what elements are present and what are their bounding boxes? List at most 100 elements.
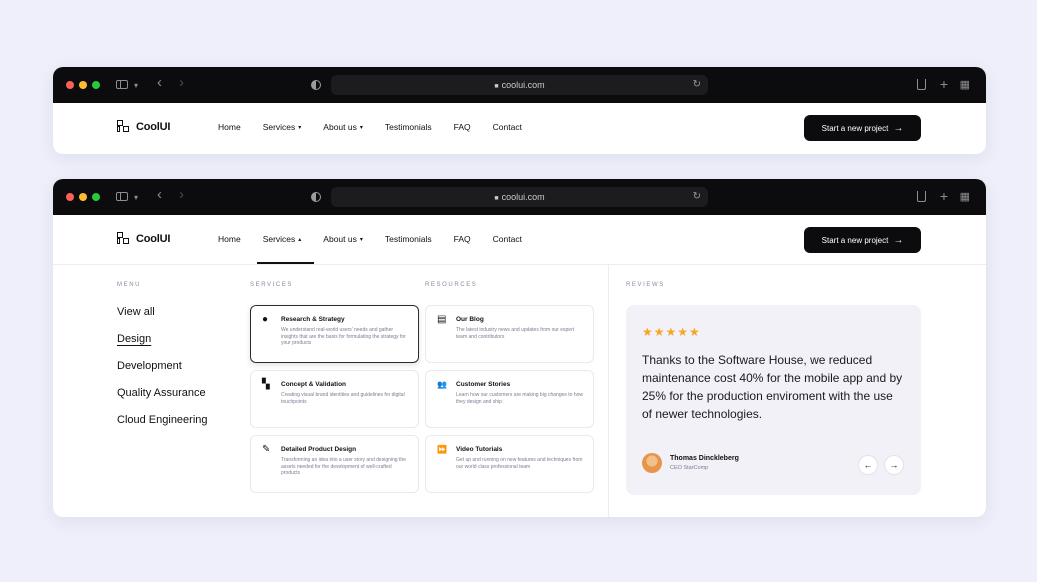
tab-overview-icon[interactable]: ▦ (960, 77, 970, 93)
nav-testimonials-label: Testimonials (384, 122, 432, 132)
nav-home[interactable]: Home (218, 234, 241, 244)
logo-text: CoolUI (136, 120, 171, 133)
back-icon[interactable]: ‹ (157, 187, 162, 203)
cta-label: Start a new project (821, 123, 889, 133)
lock-icon: ■ (494, 195, 499, 202)
privacy-shield-icon[interactable] (311, 192, 321, 202)
service-card-product-design[interactable]: ✎ Detailed Product Design Transforming a… (250, 435, 419, 493)
address-bar[interactable]: ■ coolui.com ↻ (331, 75, 708, 95)
reload-icon[interactable]: ↻ (693, 187, 701, 207)
menu-list: View all Design Development Quality Assu… (117, 305, 208, 440)
nav-about[interactable]: About us ▾ (323, 234, 363, 244)
nav-about[interactable]: About us ▾ (323, 122, 363, 132)
forward-icon[interactable]: › (179, 187, 184, 203)
nav-about-label: About us (323, 234, 357, 244)
new-tab-icon[interactable]: + (940, 76, 948, 92)
resource-card-blog[interactable]: ▤ Our Blog The latest industry news and … (425, 305, 594, 363)
resource-card-customer-stories[interactable]: 👥 Customer Stories Learn how our custome… (425, 370, 594, 428)
sidebar-toggle-icon[interactable] (116, 192, 128, 201)
site-logo[interactable]: CoolUI (117, 120, 170, 133)
chevron-down-icon[interactable]: ▾ (134, 190, 138, 206)
share-icon[interactable] (917, 191, 926, 202)
card-description: Creating visual brand identities and gui… (281, 392, 405, 405)
maximize-window-button[interactable] (92, 81, 100, 89)
resources-section-label: RESOURCES (425, 282, 478, 288)
menu-item-quality-assurance[interactable]: Quality Assurance (117, 386, 208, 413)
services-mega-menu: MENU View all Design Development Quality… (53, 265, 986, 517)
share-icon[interactable] (917, 79, 926, 90)
card-description: Learn how our customers are making big c… (456, 392, 584, 405)
minimize-window-button[interactable] (79, 193, 87, 201)
nav-home-label: Home (218, 234, 241, 244)
services-section-label: SERVICES (250, 282, 294, 288)
logo-text: CoolUI (136, 232, 171, 245)
review-quote: Thanks to the Software House, we reduced… (642, 353, 903, 421)
cta-label: Start a new project (821, 235, 889, 245)
card-title: Research & Strategy (281, 316, 345, 323)
nav-about-label: About us (323, 122, 357, 132)
sidebar-toggle-icon[interactable] (116, 80, 128, 89)
new-tab-icon[interactable]: + (940, 188, 948, 204)
nav-links: Home Services ▴ About us ▾ Testimonials FA… (218, 234, 544, 244)
chevron-down-icon: ▾ (298, 124, 302, 131)
reload-icon[interactable]: ↻ (693, 75, 701, 95)
card-title: Detailed Product Design (281, 446, 357, 453)
card-title: Customer Stories (456, 381, 511, 388)
nav-testimonials-label: Testimonials (384, 234, 432, 244)
tab-overview-icon[interactable]: ▦ (960, 189, 970, 205)
browser-titlebar: ▾ ‹ › ■ coolui.com ↻ + ▦ (53, 67, 986, 103)
card-description: Get up and running on new features and t… (456, 457, 583, 470)
card-description: Transforming an idea into a user story a… (281, 457, 406, 476)
minimize-window-button[interactable] (79, 81, 87, 89)
site-navbar: CoolUI Home Services ▾ About us ▾ Testimon… (53, 103, 986, 153)
nav-links: Home Services ▾ About us ▾ Testimonials FA… (218, 122, 544, 132)
logo-mark-icon (117, 120, 130, 133)
video-icon: ⏩ (437, 445, 447, 454)
nav-home[interactable]: Home (218, 122, 241, 132)
chevron-down-icon[interactable]: ▾ (134, 78, 138, 94)
nav-contact-label: Contact (492, 234, 522, 244)
card-title: Our Blog (456, 316, 484, 323)
card-description: We understand real-world users' needs an… (281, 327, 406, 346)
forward-icon[interactable]: › (179, 75, 184, 91)
chevron-down-icon: ▾ (359, 236, 363, 243)
site-logo[interactable]: CoolUI (117, 232, 170, 245)
chevron-up-icon: ▴ (298, 236, 302, 243)
nav-testimonials[interactable]: Testimonials (385, 122, 432, 132)
prev-review-button[interactable]: ← (858, 455, 878, 475)
url-text: coolui.com (501, 80, 545, 90)
nav-contact[interactable]: Contact (493, 122, 522, 132)
close-window-button[interactable] (66, 193, 74, 201)
menu-item-design[interactable]: Design (117, 332, 208, 359)
nav-faq-label: FAQ (453, 234, 471, 244)
start-project-button[interactable]: Start a new project → (804, 115, 921, 141)
nav-faq[interactable]: FAQ (454, 234, 471, 244)
privacy-shield-icon[interactable] (311, 80, 321, 90)
grid-icon: ▚ (262, 379, 270, 390)
users-icon: 👥 (437, 380, 447, 389)
back-icon[interactable]: ‹ (157, 75, 162, 91)
chevron-down-icon: ▾ (359, 124, 363, 131)
resource-card-video-tutorials[interactable]: ⏩ Video Tutorials Get up and running on … (425, 435, 594, 493)
card-description: The latest industry news and updates fro… (456, 327, 575, 340)
star-rating: ★★★★★ (642, 325, 701, 339)
nav-testimonials[interactable]: Testimonials (385, 234, 432, 244)
service-card-research[interactable]: ● Research & Strategy We understand real… (250, 305, 419, 363)
menu-item-development[interactable]: Development (117, 359, 208, 386)
menu-item-view-all[interactable]: View all (117, 305, 208, 332)
close-window-button[interactable] (66, 81, 74, 89)
nav-services[interactable]: Services ▴ (263, 234, 302, 244)
maximize-window-button[interactable] (92, 193, 100, 201)
card-title: Video Tutorials (456, 446, 503, 453)
nav-contact[interactable]: Contact (493, 234, 522, 244)
address-bar[interactable]: ■ coolui.com ↻ (331, 187, 708, 207)
start-project-button[interactable]: Start a new project → (804, 227, 921, 253)
browser-window-collapsed: ▾ ‹ › ■ coolui.com ↻ + ▦ CoolUI Home Serv… (53, 67, 986, 154)
service-card-concept[interactable]: ▚ Concept & Validation Creating visual b… (250, 370, 419, 428)
menu-item-cloud-engineering[interactable]: Cloud Engineering (117, 413, 208, 440)
lock-icon: ■ (494, 83, 499, 90)
nav-services[interactable]: Services ▾ (263, 122, 302, 132)
nav-faq[interactable]: FAQ (454, 122, 471, 132)
nav-services-label: Services (262, 122, 296, 132)
next-review-button[interactable]: → (884, 455, 904, 475)
